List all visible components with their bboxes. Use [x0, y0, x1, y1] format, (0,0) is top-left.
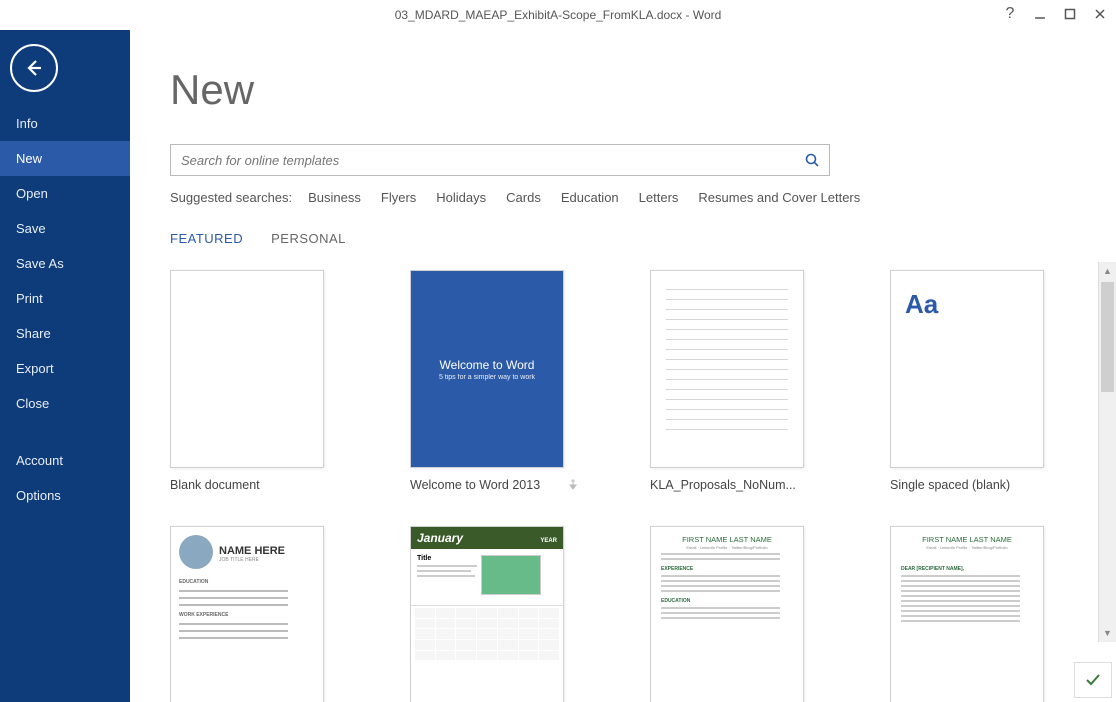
section-education: EDUCATION: [179, 579, 315, 585]
resume-name: FIRST NAME LAST NAME: [661, 535, 793, 544]
close-icon[interactable]: [1090, 4, 1110, 24]
suggested-holidays[interactable]: Holidays: [436, 190, 486, 205]
template-thumb: FIRST NAME LAST NAME Email · LinkedIn Pr…: [650, 526, 804, 702]
sidebar-item-save[interactable]: Save: [0, 211, 130, 246]
sidebar-item-info[interactable]: Info: [0, 106, 130, 141]
template-thumb: NAME HERE JOB TITLE HERE EDUCATION WORK …: [170, 526, 324, 702]
gallery-scrollbar[interactable]: ▲ ▼: [1098, 262, 1116, 642]
suggested-label: Suggested searches:: [170, 190, 292, 205]
template-thumb: FIRST NAME LAST NAME Email · LinkedIn Pr…: [890, 526, 1044, 702]
titlebar: 03_MDARD_MAEAP_ExhibitA-Scope_FromKLA.do…: [0, 0, 1116, 30]
content-area: New Suggested searches: Business Flyers …: [130, 30, 1116, 702]
template-label: Single spaced (blank): [890, 478, 1060, 492]
sidebar-item-close[interactable]: Close: [0, 386, 130, 421]
sidebar-item-share[interactable]: Share: [0, 316, 130, 351]
template-calendar[interactable]: January YEAR Title: [410, 526, 580, 702]
resume-subline: Email · LinkedIn Profile · Twitter/Blog/…: [661, 545, 793, 550]
template-green-resume[interactable]: FIRST NAME LAST NAME Email · LinkedIn Pr…: [650, 526, 820, 702]
sidebar-item-save-as[interactable]: Save As: [0, 246, 130, 281]
calendar-year: YEAR: [540, 538, 557, 544]
calendar-grid: [411, 605, 563, 673]
scroll-thumb[interactable]: [1101, 282, 1114, 392]
section-work: WORK EXPERIENCE: [179, 612, 315, 618]
pin-icon[interactable]: [568, 478, 578, 493]
template-search[interactable]: [170, 144, 830, 176]
template-label: Blank document: [170, 478, 340, 492]
template-resume-photo[interactable]: NAME HERE JOB TITLE HERE EDUCATION WORK …: [170, 526, 340, 702]
suggested-cards[interactable]: Cards: [506, 190, 541, 205]
backstage-sidebar: Info New Open Save Save As Print Share E…: [0, 30, 130, 702]
name-placeholder: NAME HERE: [219, 545, 285, 557]
coverletter-name: FIRST NAME LAST NAME: [901, 535, 1033, 544]
avatar-icon: [179, 535, 213, 569]
suggested-resumes[interactable]: Resumes and Cover Letters: [698, 190, 860, 205]
template-thumb: January YEAR Title: [410, 526, 564, 702]
template-green-cover-letter[interactable]: FIRST NAME LAST NAME Email · LinkedIn Pr…: [890, 526, 1060, 702]
tab-personal[interactable]: PERSONAL: [271, 231, 346, 246]
template-single-spaced[interactable]: Aa Single spaced (blank): [890, 270, 1060, 492]
template-thumb: [170, 270, 324, 468]
template-blank-document[interactable]: Blank document: [170, 270, 340, 492]
page-title: New: [170, 66, 1076, 114]
suggested-searches: Suggested searches: Business Flyers Holi…: [170, 190, 1076, 205]
section-experience: EXPERIENCE: [661, 566, 793, 572]
scroll-down-icon[interactable]: ▼: [1099, 624, 1116, 642]
section-education: EDUCATION: [661, 598, 793, 604]
maximize-icon[interactable]: [1060, 4, 1080, 24]
coverletter-greeting: DEAR [RECIPIENT NAME],: [901, 566, 1033, 572]
template-label: KLA_Proposals_NoNum...: [650, 478, 820, 492]
template-gallery: Blank document Welcome to Word 5 tips fo…: [170, 270, 1076, 702]
suggested-letters[interactable]: Letters: [639, 190, 679, 205]
search-input[interactable]: [171, 153, 795, 168]
sidebar-item-export[interactable]: Export: [0, 351, 130, 386]
help-icon[interactable]: ?: [1000, 4, 1020, 24]
template-thumb: [650, 270, 804, 468]
calendar-photo: [481, 555, 541, 595]
template-welcome-to-word[interactable]: Welcome to Word 5 tips for a simpler way…: [410, 270, 580, 492]
template-tabs: FEATURED PERSONAL: [170, 231, 1076, 246]
aa-sample: Aa: [905, 289, 938, 319]
scroll-up-icon[interactable]: ▲: [1099, 262, 1116, 280]
search-icon[interactable]: [795, 152, 829, 168]
welcome-heading: Welcome to Word: [440, 358, 535, 372]
checkmark-icon: [1084, 671, 1102, 689]
welcome-subheading: 5 tips for a simpler way to work: [439, 374, 535, 381]
suggested-flyers[interactable]: Flyers: [381, 190, 416, 205]
calendar-body-title: Title: [417, 555, 477, 562]
status-toast[interactable]: [1074, 662, 1112, 698]
minimize-icon[interactable]: [1030, 4, 1050, 24]
tab-featured[interactable]: FEATURED: [170, 231, 243, 246]
suggested-business[interactable]: Business: [308, 190, 361, 205]
job-title-placeholder: JOB TITLE HERE: [219, 557, 285, 563]
document-title: 03_MDARD_MAEAP_ExhibitA-Scope_FromKLA.do…: [395, 8, 722, 22]
calendar-month: January: [417, 531, 463, 545]
sidebar-item-open[interactable]: Open: [0, 176, 130, 211]
sidebar-item-print[interactable]: Print: [0, 281, 130, 316]
template-kla-proposals[interactable]: KLA_Proposals_NoNum...: [650, 270, 820, 492]
sidebar-item-options[interactable]: Options: [0, 478, 130, 513]
sidebar-item-account[interactable]: Account: [0, 443, 130, 478]
template-thumb: Welcome to Word 5 tips for a simpler way…: [410, 270, 564, 468]
template-thumb: Aa: [890, 270, 1044, 468]
template-label: Welcome to Word 2013: [410, 478, 580, 492]
suggested-education[interactable]: Education: [561, 190, 619, 205]
sidebar-item-new[interactable]: New: [0, 141, 130, 176]
back-button[interactable]: [10, 44, 58, 92]
